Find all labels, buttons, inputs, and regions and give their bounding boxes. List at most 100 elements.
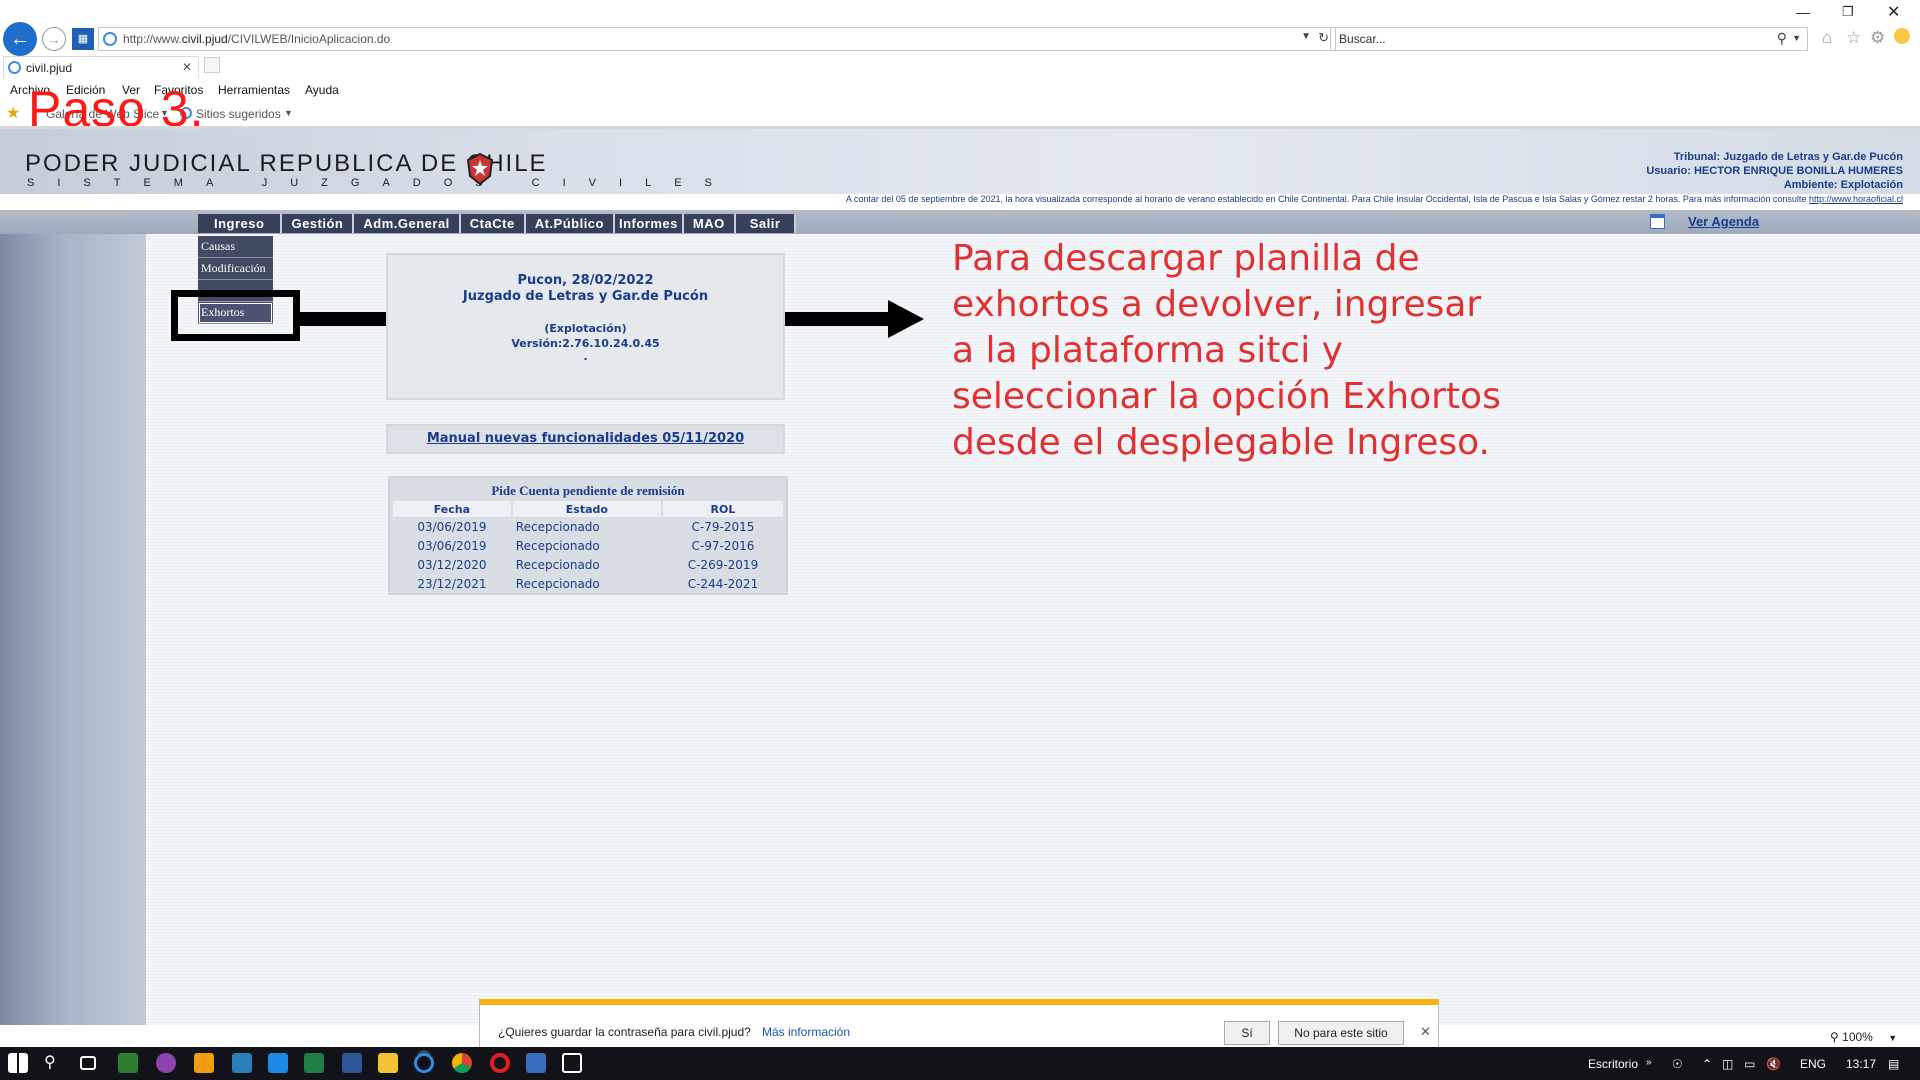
left-decorative-panel (0, 234, 146, 1025)
menu-item-causas[interactable]: Causas (198, 236, 273, 258)
app-icon-2[interactable] (156, 1053, 176, 1073)
search-dropdown-icon[interactable]: ▼ (1792, 33, 1801, 43)
court-name: Juzgado de Letras y Gar.de Pucón (462, 289, 709, 304)
cell-estado: Recepcionado (515, 557, 600, 572)
nav-ctacte[interactable]: CtaCte (461, 214, 526, 233)
app-icon-1[interactable] (118, 1053, 138, 1073)
new-tab-button[interactable] (204, 57, 220, 73)
network-icon[interactable]: ▭ (1744, 1057, 1755, 1071)
restore-button[interactable]: ❐ (1842, 4, 1854, 20)
security-icon[interactable]: ◫ (1722, 1057, 1733, 1071)
save-password-no-button[interactable]: No para este sitio (1278, 1021, 1404, 1045)
more-info-link[interactable]: Más información (762, 1025, 850, 1039)
language-indicator[interactable]: ENG (1800, 1057, 1826, 1071)
favorites-bar-star-icon[interactable]: ★ (6, 103, 20, 123)
photos-icon[interactable] (562, 1053, 582, 1073)
search-input[interactable]: Buscar... ⚲ ▼ (1330, 27, 1808, 51)
file-explorer-icon[interactable] (378, 1053, 398, 1073)
tab-close-icon[interactable]: ✕ (182, 60, 192, 74)
app-icon-remote[interactable] (526, 1053, 546, 1073)
pending-table: Fecha Estado ROL 03/06/2019 Recepcionado… (391, 501, 785, 593)
refresh-icon[interactable]: ↻ (1318, 30, 1329, 46)
fav-sitios-sugeridos[interactable]: Sitios sugeridos (196, 107, 281, 121)
search-taskbar-icon[interactable]: ⚲ (44, 1053, 64, 1073)
table-header-row: Fecha Estado ROL (393, 501, 783, 517)
search-icon[interactable]: ⚲ (1777, 30, 1787, 47)
zoom-dropdown-icon: ▼ (1888, 1033, 1898, 1043)
back-button[interactable]: ← (3, 22, 37, 56)
zoom-level: 100% (1842, 1030, 1873, 1044)
dot-label: . (583, 350, 588, 363)
table-row[interactable]: 23/12/2021 Recepcionado C-244-2021 (393, 574, 783, 593)
menu-ayuda[interactable]: Ayuda (305, 83, 339, 97)
chrome-icon[interactable] (452, 1053, 472, 1073)
vscode-icon[interactable] (268, 1053, 288, 1073)
nav-gestion[interactable]: Gestión (282, 214, 355, 233)
app-icon-3[interactable] (194, 1053, 214, 1073)
internet-explorer-icon[interactable] (414, 1053, 434, 1073)
home-icon[interactable]: ⌂ (1822, 28, 1832, 48)
menu-herramientas[interactable]: Herramientas (218, 83, 290, 97)
clock[interactable]: 13:17 (1846, 1057, 1876, 1071)
browser-tab[interactable]: civil.pjud ✕ (3, 56, 199, 78)
action-center-icon[interactable]: ▤ (1888, 1057, 1899, 1071)
notice-text: A contar del 05 de septiembre de 2021, l… (845, 194, 1807, 204)
password-question: ¿Quieres guardar la contraseña para civi… (498, 1025, 751, 1039)
pending-table-title: Pide Cuenta pendiente de remisión (491, 483, 685, 498)
windows-taskbar: ⚲ Escritorio » ☉ ⌃ ◫ ▭ 🔇 ENG 13:17 ▤ (0, 1047, 1920, 1080)
version-label: Versión:2.76.10.24.0.45 (511, 337, 660, 350)
app-icon-4[interactable] (232, 1053, 252, 1073)
nav-at-publico[interactable]: At.Público (526, 214, 615, 233)
smiley-feedback-icon[interactable] (1894, 28, 1910, 44)
table-row[interactable]: 03/06/2019 Recepcionado C-79-2015 (393, 517, 783, 536)
settings-gear-icon[interactable]: ⚙ (1870, 28, 1885, 48)
nav-salir[interactable]: Salir (736, 214, 797, 233)
show-hidden-icons[interactable]: ⌃ (1702, 1057, 1712, 1071)
nav-ingreso[interactable]: Ingreso (198, 214, 283, 233)
forward-button[interactable]: → (42, 27, 66, 51)
cell-fecha: 03/06/2019 (417, 519, 487, 534)
nav-informes[interactable]: Informes (615, 214, 684, 233)
cell-rol: C-244-2021 (687, 576, 759, 591)
zoom-control[interactable]: ⚲ 100% ▼ (1830, 1030, 1897, 1044)
horaoficial-link[interactable]: http://www.horaoficial.cl (1809, 194, 1903, 204)
minimize-button[interactable]: — (1796, 4, 1810, 20)
ver-agenda-link[interactable]: Ver Agenda (1688, 214, 1759, 229)
cell-rol: C-79-2015 (691, 519, 755, 534)
desktop-label[interactable]: Escritorio (1588, 1057, 1638, 1071)
manual-link[interactable]: Manual nuevas funcionalidades 05/11/2020 (386, 424, 785, 454)
address-bar[interactable]: http://www. civil.pjud/CIVILWEB/InicioApl… (98, 27, 1336, 51)
volume-muted-icon[interactable]: 🔇 (1766, 1057, 1781, 1071)
close-window-button[interactable]: ✕ (1887, 2, 1900, 22)
logo-subtitle: SISTEMA JUZGADOS CIVILES (27, 177, 735, 189)
calendar-icon[interactable] (1650, 214, 1665, 229)
word-icon[interactable] (342, 1053, 362, 1073)
site-icon[interactable]: ▦ (72, 28, 94, 50)
suggested-sites-dropdown-icon[interactable]: ▼ (284, 108, 293, 118)
nav-mao[interactable]: MAO (684, 214, 736, 233)
cell-fecha: 23/12/2021 (417, 576, 487, 591)
favorites-star-icon[interactable]: ☆ (1846, 28, 1861, 48)
start-windows-icon[interactable] (8, 1053, 28, 1073)
save-password-yes-button[interactable]: Sí (1224, 1021, 1270, 1045)
excel-icon[interactable] (304, 1053, 324, 1073)
ie-page-icon (103, 32, 117, 46)
opera-icon[interactable] (490, 1053, 510, 1073)
daylight-notice: A contar del 05 de septiembre de 2021, l… (846, 194, 1903, 204)
people-icon[interactable]: ☉ (1672, 1057, 1683, 1071)
menu-item-modificacion[interactable]: Modificación (198, 258, 273, 280)
nav-adm-general[interactable]: Adm.General (354, 214, 461, 233)
menu-bar: Archivo Edición Ver Favoritos Herramient… (0, 80, 1920, 100)
notification-close-icon[interactable]: ✕ (1420, 1024, 1431, 1040)
table-row[interactable]: 03/06/2019 Recepcionado C-97-2016 (393, 536, 783, 555)
table-row[interactable]: 03/12/2020 Recepcionado C-269-2019 (393, 555, 783, 574)
info-panel: Pucon, 28/02/2022 Juzgado de Letras y Ga… (386, 253, 785, 400)
cell-estado: Recepcionado (515, 538, 600, 553)
usuario-label: Usuario: HECTOR ENRIQUE BONILLA HUMERES (1646, 165, 1903, 177)
cell-estado: Recepcionado (515, 576, 600, 591)
dropdown-arrow-icon[interactable]: ▼ (1301, 31, 1311, 42)
task-view-icon[interactable] (80, 1056, 96, 1070)
cell-fecha: 03/12/2020 (417, 557, 487, 572)
annotation-arrow-head (888, 300, 924, 338)
tray-chevron-icon[interactable]: » (1646, 1057, 1652, 1068)
